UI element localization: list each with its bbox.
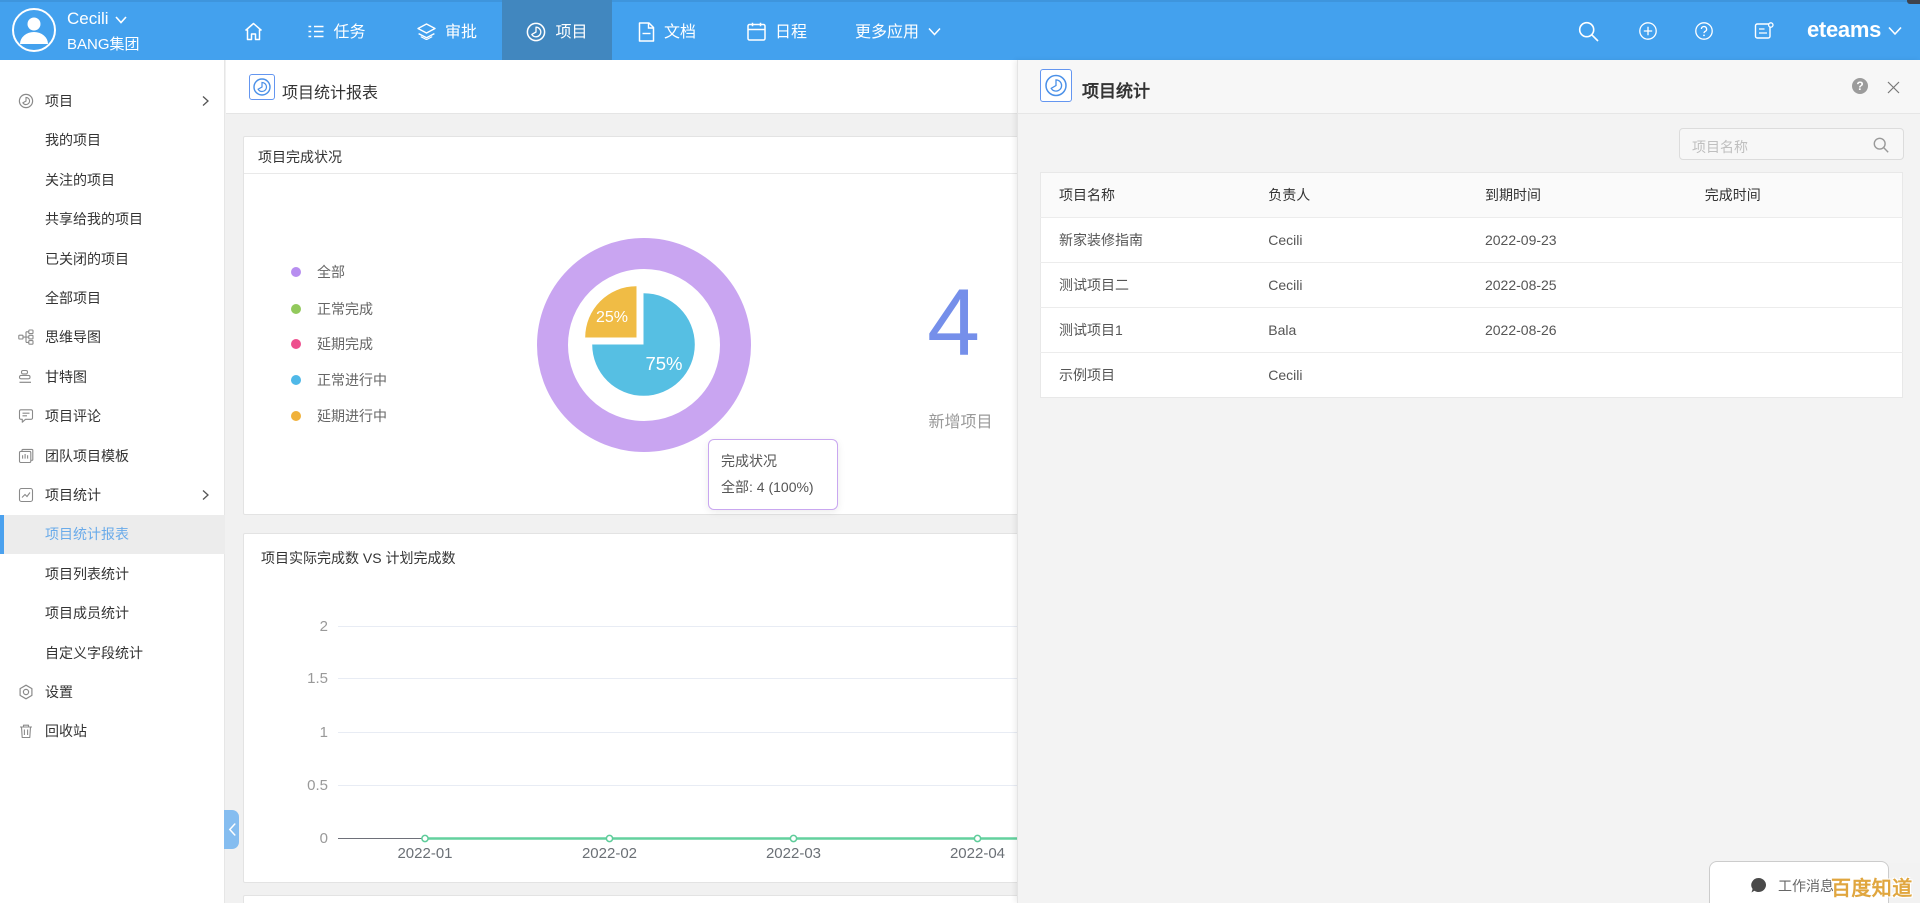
svg-text:1: 1 xyxy=(320,724,328,741)
svg-text:2022-03: 2022-03 xyxy=(766,845,821,862)
svg-text:2022-02: 2022-02 xyxy=(582,845,637,862)
svg-text:25%: 25% xyxy=(596,309,628,326)
svg-text:2022-01: 2022-01 xyxy=(397,845,452,862)
svg-text:2: 2 xyxy=(320,618,328,635)
svg-text:0: 0 xyxy=(320,830,328,847)
svg-text:1.5: 1.5 xyxy=(307,670,328,687)
svg-text:2022-04: 2022-04 xyxy=(950,845,1005,862)
svg-text:0.5: 0.5 xyxy=(307,777,328,794)
svg-text:75%: 75% xyxy=(645,353,682,374)
